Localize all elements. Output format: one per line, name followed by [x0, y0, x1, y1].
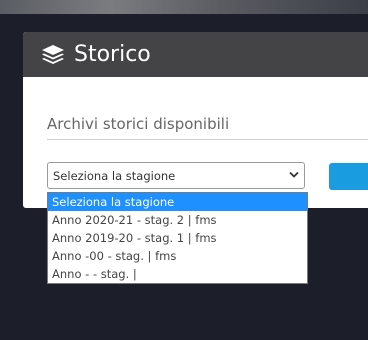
page: Storico Archivi storici disponibili Sele… — [0, 0, 368, 340]
season-select[interactable]: Seleziona la stagione — [47, 162, 305, 189]
dropdown-option[interactable]: Anno - - stag. | — [48, 265, 307, 283]
layers-icon — [42, 45, 64, 64]
panel-header: Storico — [23, 32, 368, 77]
submit-button[interactable] — [329, 163, 368, 190]
storico-panel: Storico Archivi storici disponibili Sele… — [23, 32, 368, 208]
archive-label: Archivi storici disponibili — [47, 114, 368, 140]
dropdown-option[interactable]: Anno 2020-21 - stag. 2 | fms — [48, 211, 307, 229]
page-title: Storico — [74, 42, 151, 67]
season-dropdown-list: Seleziona la stagione Anno 2020-21 - sta… — [47, 192, 308, 284]
background-photo-strip — [0, 0, 368, 14]
season-select-value: Seleziona la stagione — [53, 169, 176, 183]
dropdown-option[interactable]: Anno 2019-20 - stag. 1 | fms — [48, 229, 307, 247]
dropdown-option[interactable]: Seleziona la stagione — [48, 193, 307, 211]
dropdown-option[interactable]: Anno -00 - stag. | fms — [48, 247, 307, 265]
chevron-down-icon — [289, 171, 299, 178]
